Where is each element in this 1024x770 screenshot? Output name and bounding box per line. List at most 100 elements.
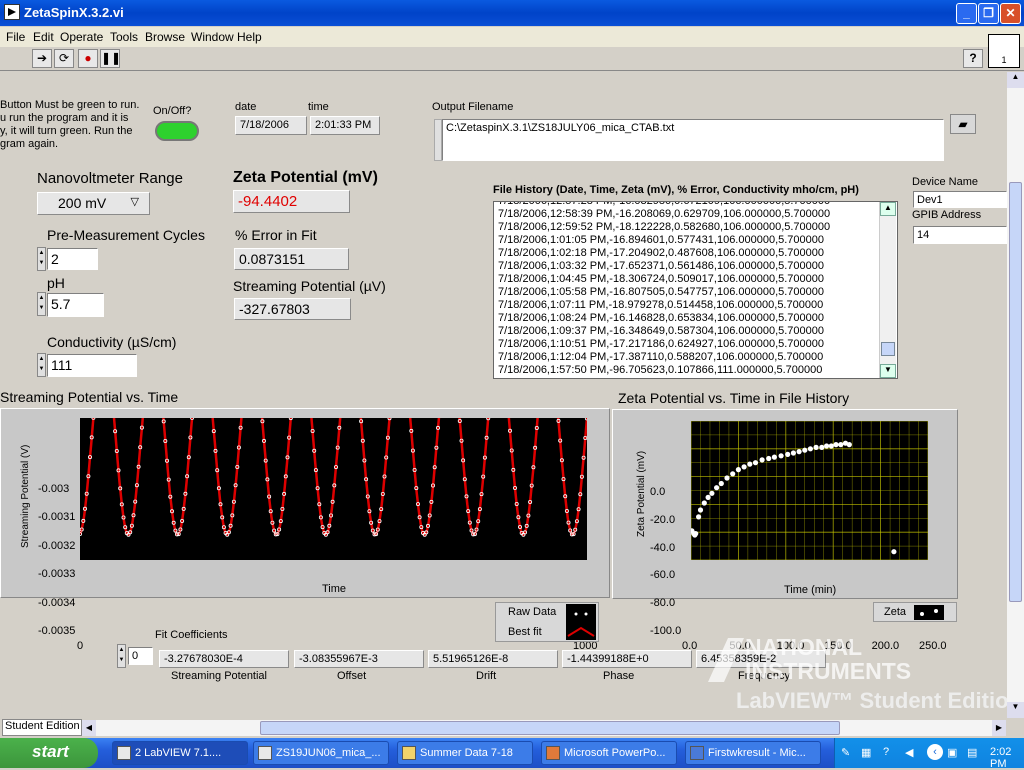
error-label: % Error in Fit	[235, 227, 317, 243]
zeta-data-point	[819, 444, 825, 450]
vscroll-thumb[interactable]	[1009, 182, 1022, 602]
run-arrow-icon[interactable]: ➔	[32, 49, 52, 68]
conductivity-field[interactable]: 111	[47, 354, 137, 377]
browse-folder-icon[interactable]: ▰	[950, 114, 976, 134]
start-button[interactable]: start	[0, 738, 98, 768]
tray-print-icon[interactable]: ▤	[967, 746, 977, 759]
onoff-label: On/Off?	[153, 105, 192, 117]
task-label: Firstwkresult - Mic...	[708, 747, 806, 759]
chart2-ylabel: Zeta Potential (mV)	[636, 450, 647, 537]
fit-name: Phase	[603, 670, 635, 682]
hscroll-thumb[interactable]	[260, 721, 840, 735]
history-row: 7/18/2006,1:10:51 PM,-17.217186,0.624927…	[498, 338, 825, 350]
tray-volume-icon[interactable]: ◀	[905, 746, 913, 759]
maximize-button[interactable]: ❐	[978, 3, 999, 24]
zeta-data-point	[766, 455, 772, 462]
instruction-line: gram again.	[0, 138, 59, 150]
history-list[interactable]: 7/18/2006,12:57:28 PM,-16.032980,0.67210…	[493, 201, 898, 379]
zeta-data-point	[759, 457, 765, 463]
zeta-indicator: -94.4402	[233, 190, 350, 213]
legend-swatch-icon	[566, 604, 596, 640]
tray-expand-icon[interactable]: ‹	[927, 744, 943, 760]
chart2-ytick: -100.0	[650, 625, 682, 637]
chart2-xtick: 250.0	[919, 640, 947, 652]
fit-line	[80, 418, 587, 537]
abort-icon[interactable]: ●	[78, 49, 98, 68]
chart2-ytick: 0.0	[650, 486, 666, 498]
fit-index-spinner[interactable]: ▲ ▼	[117, 644, 126, 668]
run-instructions: Button Must be green to run. u run the p…	[0, 99, 139, 151]
date-label: date	[235, 101, 257, 113]
menu-browse[interactable]: Browse	[145, 30, 185, 44]
tray-keyboard-icon[interactable]: ▦	[861, 746, 871, 759]
run-continuously-icon[interactable]: ⟳	[54, 49, 74, 68]
task-labview[interactable]: 2 LabVIEW 7.1....	[112, 741, 248, 765]
menu-edit[interactable]: Edit	[33, 30, 54, 44]
help-icon[interactable]: ?	[963, 49, 983, 68]
menu-help[interactable]: Help	[237, 30, 262, 44]
output-filename-field[interactable]: C:\ZetaspinX.3.1\ZS18JULY06_mica_CTAB.tx…	[442, 119, 944, 161]
gpib-field[interactable]: 14	[913, 226, 1007, 244]
window-title: ZetaSpinX.3.2.vi	[24, 5, 124, 20]
chart2-ytick: -20.0	[650, 513, 676, 526]
zeta-data-point	[693, 531, 699, 537]
vscroll-down-icon[interactable]: ▼	[1007, 702, 1024, 718]
chart1-plot	[80, 418, 587, 560]
menu-file[interactable]: File	[6, 30, 25, 44]
zeta-data-point	[709, 490, 715, 496]
panel-vertical-scrollbar[interactable]: ▲ ▼	[1007, 72, 1024, 718]
zeta-label: Zeta Potential (mV)	[233, 169, 378, 186]
ph-field[interactable]: 5.7	[47, 293, 104, 317]
close-button[interactable]: ✕	[1000, 3, 1021, 24]
tray-pen-icon[interactable]: ✎	[841, 746, 850, 759]
hscroll-left-icon[interactable]: ◀	[82, 720, 96, 736]
chart1-xlabel: Time	[322, 583, 347, 595]
history-row: 7/18/2006,12:57:28 PM,-16.032980,0.67210…	[498, 201, 831, 207]
system-tray: ✎ ▦ ? ◀ ‹ ▣ ▤ 2:02 PM	[834, 738, 1024, 770]
hscroll-right-icon[interactable]: ▶	[992, 720, 1006, 736]
labview-icon	[117, 746, 131, 760]
history-scrollbar[interactable]: ▲ ▼	[879, 202, 896, 378]
chart2-ytick: -80.0	[650, 597, 676, 610]
fit-name: Streaming Potential	[171, 670, 267, 682]
minimize-button[interactable]: _	[956, 3, 977, 24]
task-label: ZS19JUN06_mica_...	[276, 747, 381, 759]
menu-operate[interactable]: Operate	[60, 30, 103, 44]
vi-icon	[4, 4, 20, 20]
conductivity-spinner[interactable]: ▲ ▼	[37, 353, 46, 377]
premeas-spinner[interactable]: ▲ ▼	[37, 247, 46, 271]
tray-network-icon[interactable]: ▣	[947, 746, 957, 759]
onoff-toggle[interactable]	[155, 121, 199, 141]
scroll-thumb[interactable]	[881, 342, 895, 356]
menu-tools[interactable]: Tools	[110, 30, 138, 44]
range-value: 200 mV	[58, 195, 107, 211]
fit-value: -3.27678030E-4	[159, 650, 289, 668]
premeas-label: Pre-Measurement Cycles	[47, 227, 205, 243]
error-indicator: 0.0873151	[234, 248, 349, 270]
ph-spinner[interactable]: ▲ ▼	[37, 292, 46, 316]
premeas-field[interactable]: 2	[47, 248, 98, 270]
task-powerpoint[interactable]: Microsoft PowerPo...	[541, 741, 677, 765]
scroll-up-icon[interactable]: ▲	[880, 202, 896, 216]
start-label: start	[32, 742, 69, 761]
tray-help-icon[interactable]: ?	[883, 746, 889, 758]
ph-label: pH	[47, 275, 65, 291]
vscroll-up-icon[interactable]: ▲	[1007, 72, 1024, 88]
task-folder[interactable]: Summer Data 7-18	[397, 741, 533, 765]
task-label: 2 LabVIEW 7.1....	[135, 747, 222, 759]
device-field[interactable]: Dev1	[913, 191, 1007, 208]
range-selector[interactable]: 200 mV ▽	[37, 192, 150, 215]
task-word[interactable]: Firstwkresult - Mic...	[685, 741, 821, 765]
menu-bar: File Edit Operate Tools Browse Window He…	[0, 27, 1024, 47]
fit-value: -3.08355967E-3	[294, 650, 424, 668]
range-label: Nanovoltmeter Range	[37, 170, 183, 187]
pause-icon[interactable]: ❚❚	[100, 49, 121, 68]
fit-value: -1.44399188E+0	[562, 650, 692, 668]
time-label: time	[308, 101, 329, 113]
menu-window[interactable]: Window	[191, 30, 234, 44]
task-excel[interactable]: ZS19JUN06_mica_...	[253, 741, 389, 765]
panel-horizontal-scrollbar[interactable]: ◀ ▶	[82, 720, 1006, 736]
history-row: 7/18/2006,1:57:50 PM,-96.705623,0.107866…	[498, 364, 823, 376]
fit-index-field[interactable]: 0	[128, 647, 153, 665]
scroll-down-icon[interactable]: ▼	[880, 364, 896, 378]
